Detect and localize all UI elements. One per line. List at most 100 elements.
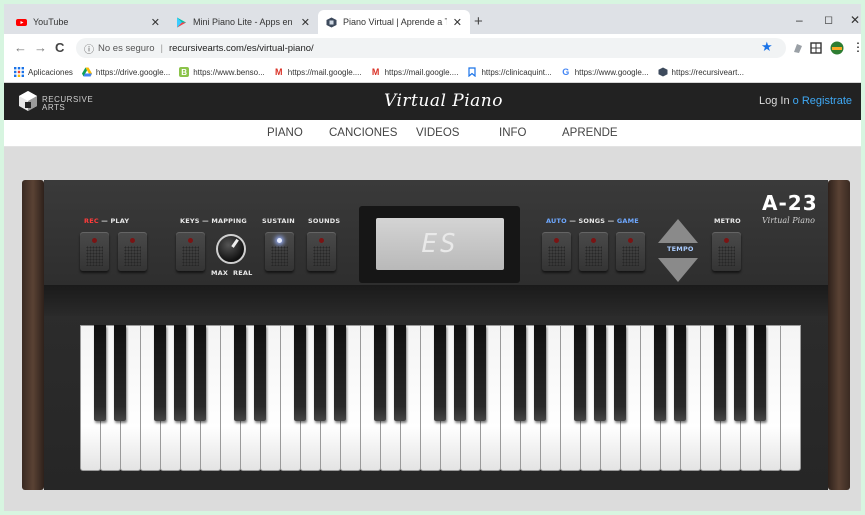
tab-title: YouTube [33,17,69,27]
piano-key-rail [44,285,828,316]
tempo-up-button[interactable] [658,219,698,243]
close-icon[interactable]: ✕ [453,16,462,29]
real-label: REAL [233,269,253,277]
tab-title: Piano Virtual | Aprende a Tocar e [343,17,447,27]
register-link[interactable]: Registrate [802,95,852,107]
black-key[interactable] [94,325,106,421]
tab-mini-piano[interactable]: Mini Piano Lite - Apps en Google ✕ [168,10,318,34]
nav-canciones[interactable]: CANCIONES [329,127,397,139]
apps-grid-icon [14,67,24,77]
game-button[interactable] [616,232,645,271]
extension-icon[interactable] [792,41,805,54]
mapping-knob[interactable] [216,234,246,264]
black-key[interactable] [594,325,606,421]
black-key[interactable] [754,325,766,421]
bookmark-label: Aplicaciones [28,67,73,77]
black-key[interactable] [314,325,326,421]
sustain-label: SUSTAIN [262,217,295,225]
sustain-button[interactable] [265,232,294,271]
black-key[interactable] [394,325,406,421]
auto-button[interactable] [542,232,571,271]
black-key[interactable] [374,325,386,421]
play-button[interactable] [118,232,147,271]
bookmark-star-icon[interactable]: ★ [761,39,774,54]
black-key[interactable] [654,325,666,421]
tempo-label: TEMPO [667,245,694,253]
tab-virtual-piano[interactable]: Piano Virtual | Aprende a Tocar e ✕ [318,10,470,34]
sounds-button[interactable] [307,232,336,271]
white-key[interactable] [780,325,801,471]
nav-videos[interactable]: VIDEOS [416,127,459,139]
info-icon[interactable]: ⓘ [84,41,94,56]
lcd-display: ES [376,218,504,270]
auto-songs-game-label: AUTO — SONGS — GAME [546,217,639,225]
black-key[interactable] [174,325,186,421]
bookmark-benso[interactable]: B https://www.benso... [179,67,265,77]
maximize-button[interactable]: ◻ [824,13,833,26]
bookmark-mail-1[interactable]: M https://mail.google.... [274,67,362,77]
black-key[interactable] [294,325,306,421]
nav-info[interactable]: INFO [499,127,526,139]
close-window-button[interactable]: ✕ [850,13,860,27]
tab-strip: YouTube ✕ Mini Piano Lite - Apps en Goog… [4,4,861,34]
label-dash: — [607,217,615,225]
url-text[interactable]: recursivearts.com/es/virtual-piano/ [169,43,314,54]
google-icon: G [562,67,570,77]
minimize-button[interactable]: – [796,13,803,27]
bookmark-drive[interactable]: https://drive.google... [81,67,170,77]
login-area: Log In o Registrate [759,95,852,107]
bookmark-clinica[interactable]: https://clinicaquint... [467,67,552,77]
bookmark-recursive[interactable]: https://recursiveart... [658,67,744,77]
cube-logo-icon [18,90,38,117]
bookmark-mail-2[interactable]: M https://mail.google.... [371,67,459,77]
menu-icon[interactable]: ⋮ [852,40,861,54]
model-name: A-23 [762,191,818,215]
close-icon[interactable]: ✕ [301,16,310,29]
nav-piano[interactable]: PIANO [267,127,303,139]
profile-avatar[interactable] [830,41,844,55]
bookmark-google[interactable]: G https://www.google... [561,67,648,77]
login-link[interactable]: Log In [759,95,790,107]
divider: | [160,42,163,54]
black-key[interactable] [674,325,686,421]
black-key[interactable] [154,325,166,421]
black-key[interactable] [534,325,546,421]
black-key[interactable] [614,325,626,421]
login-separator: o [792,95,799,107]
black-key[interactable] [194,325,206,421]
black-key[interactable] [574,325,586,421]
black-key[interactable] [254,325,266,421]
bookmark-apps[interactable]: Aplicaciones [14,67,73,77]
google-play-icon [176,17,187,28]
black-key[interactable] [474,325,486,421]
address-bar[interactable]: ⓘ No es seguro | recursivearts.com/es/vi… [76,38,786,58]
songs-button[interactable] [579,232,608,271]
metro-button[interactable] [712,232,741,271]
logo-line-2: ARTS [42,102,66,112]
black-key[interactable] [234,325,246,421]
new-tab-button[interactable]: + [474,13,483,30]
mapping-label: MAPPING [211,217,247,225]
keys-button[interactable] [176,232,205,271]
nav-aprende[interactable]: APRENDE [562,127,618,139]
forward-button[interactable]: → [34,40,47,55]
black-key[interactable] [734,325,746,421]
black-key[interactable] [434,325,446,421]
back-button[interactable]: ← [14,40,27,55]
tab-youtube[interactable]: YouTube ✕ [8,10,168,34]
close-icon[interactable]: ✕ [151,16,160,29]
extension-grid-icon[interactable] [810,41,823,54]
auto-label: AUTO [546,217,567,225]
black-key[interactable] [454,325,466,421]
black-key[interactable] [114,325,126,421]
black-key[interactable] [714,325,726,421]
rec-button[interactable] [80,232,109,271]
black-key[interactable] [334,325,346,421]
tempo-down-button[interactable] [658,258,698,282]
black-key[interactable] [514,325,526,421]
label-dash: — [202,217,209,225]
piano-area: REC — PLAY KEYS — MAPPING SUSTAIN SOUNDS… [4,147,861,511]
google-drive-icon [81,67,92,77]
site-logo[interactable]: RECURSIVE ARTS [18,90,93,117]
reload-button[interactable]: C [55,40,64,55]
